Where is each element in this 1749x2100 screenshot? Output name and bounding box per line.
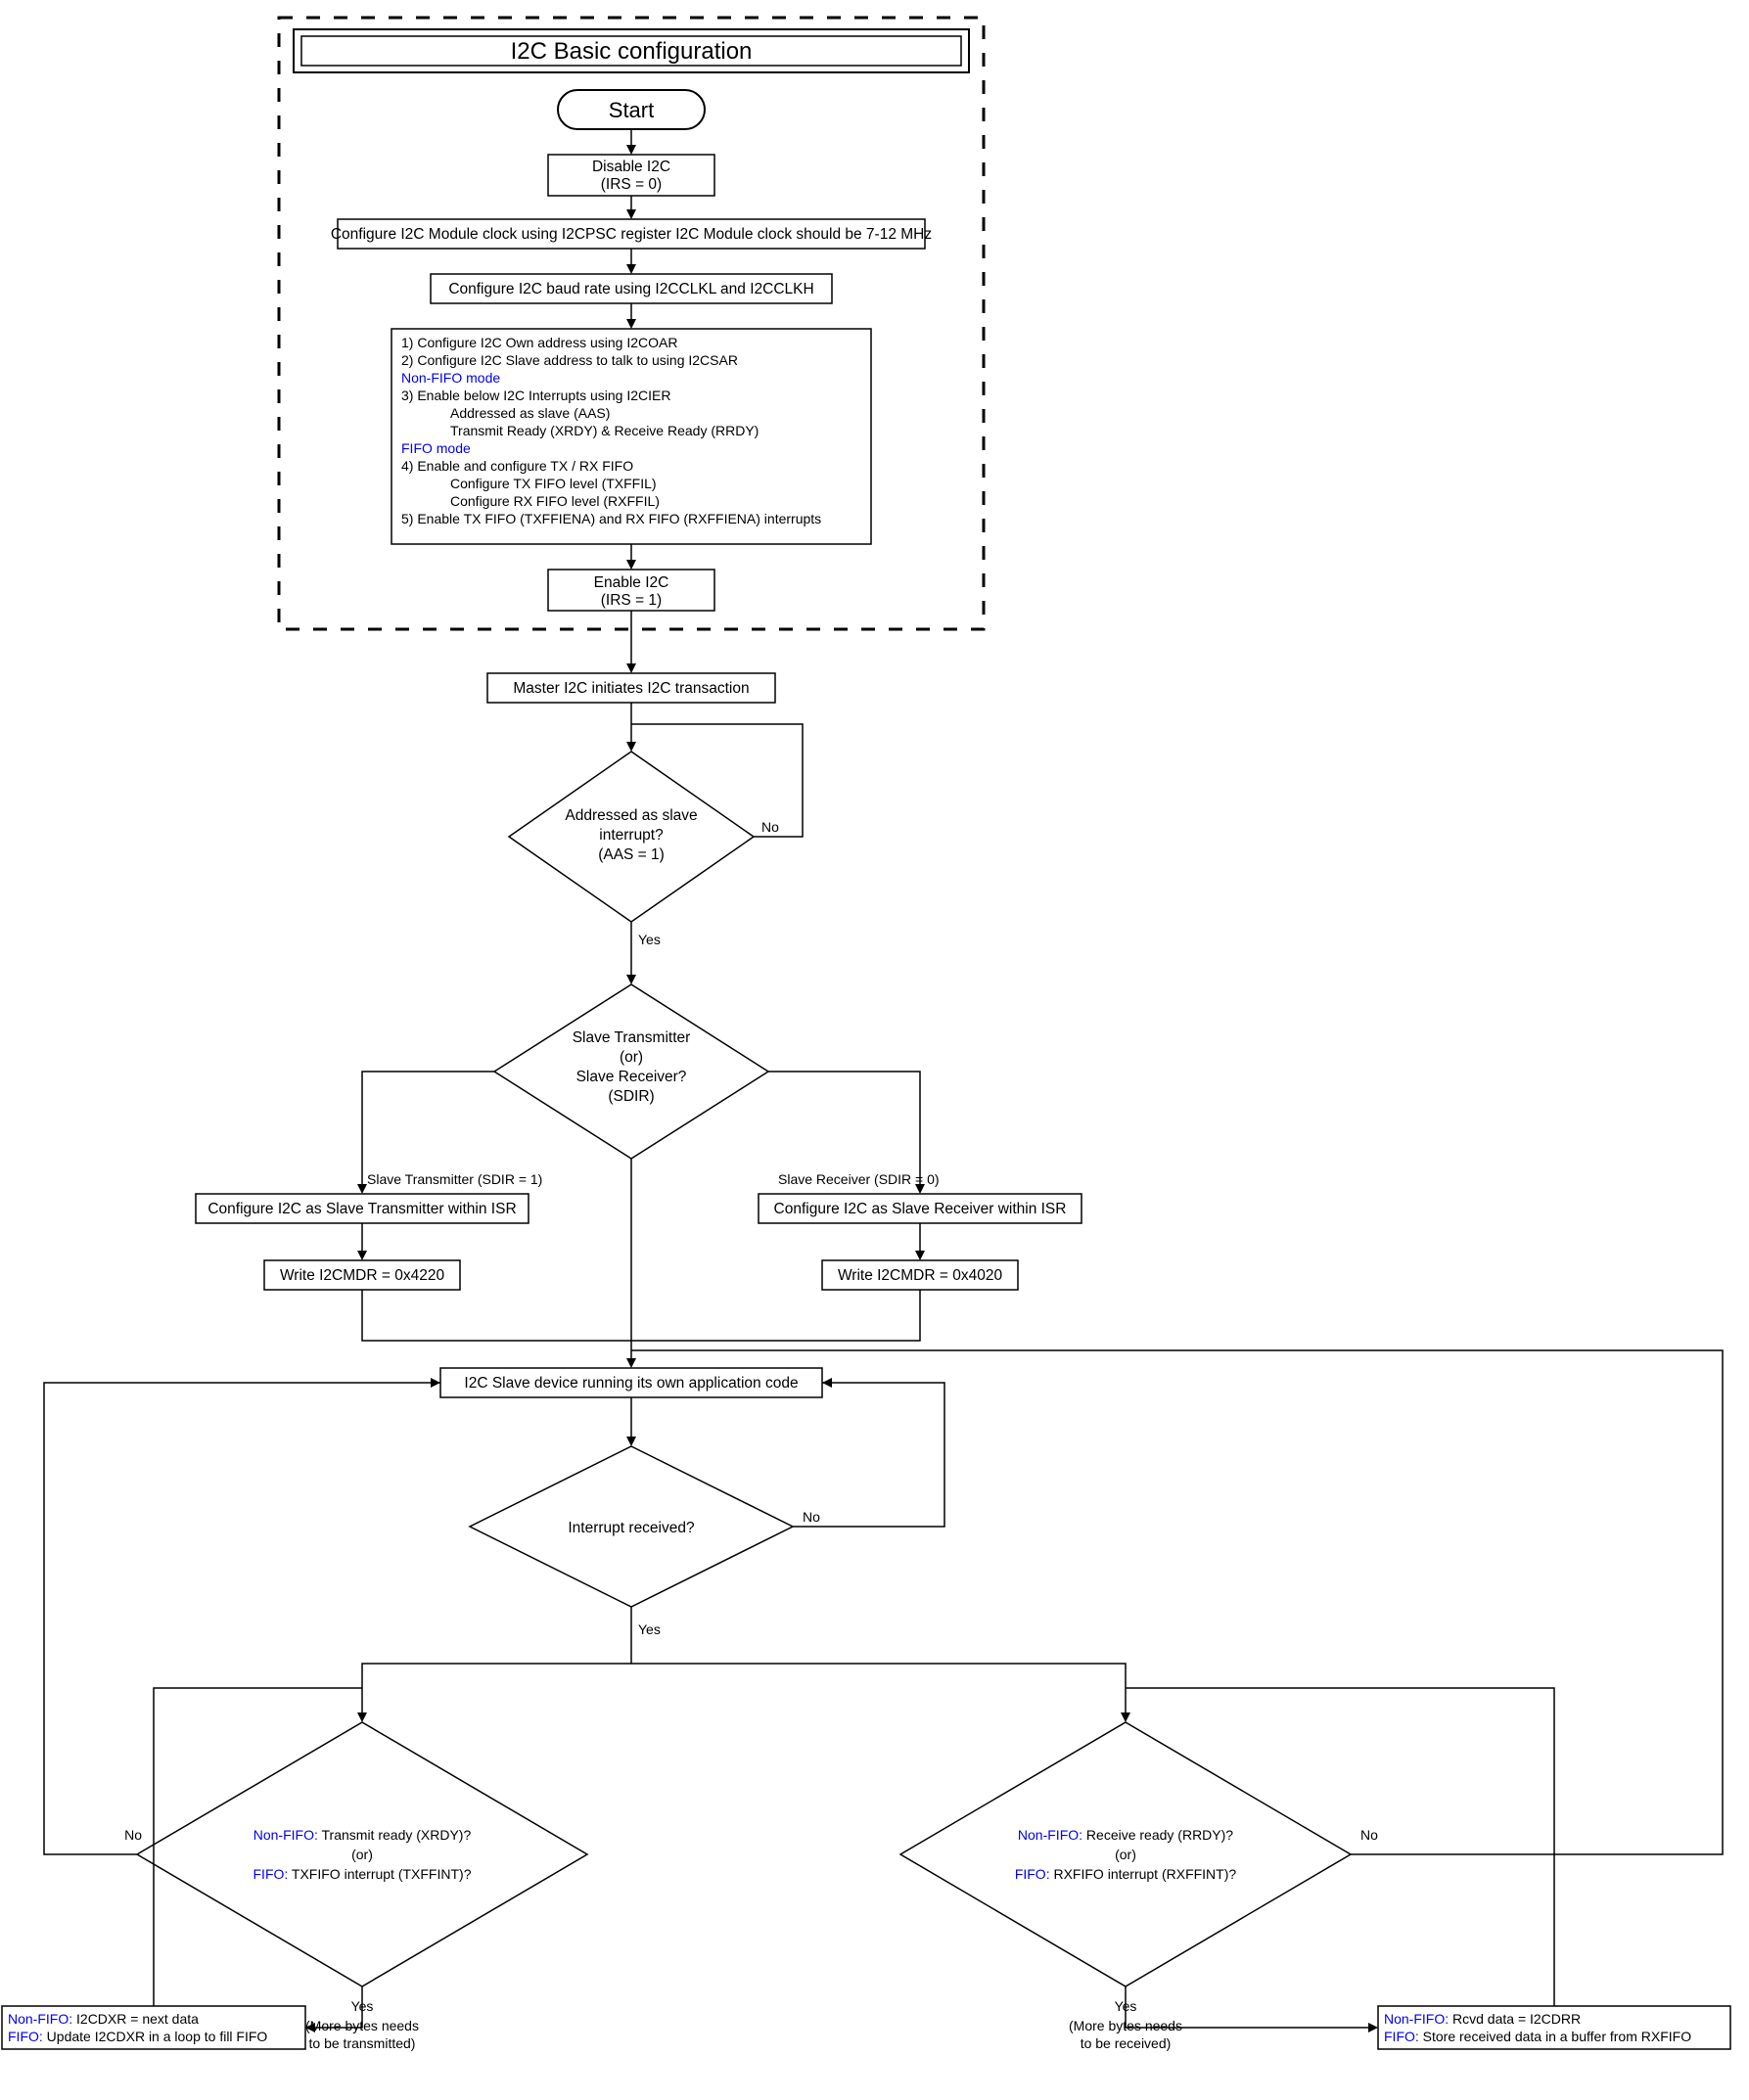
svg-text:2) Configure I2C Slave address: 2) Configure I2C Slave address to talk t… xyxy=(401,352,738,368)
svg-text:Addressed as slave: Addressed as slave xyxy=(565,807,697,824)
svg-text:Non-FIFO mode: Non-FIFO mode xyxy=(401,370,500,386)
svg-text:Non-FIFO: Rcvd data = I2CDRR: Non-FIFO: Rcvd data = I2CDRR xyxy=(1384,2011,1581,2027)
svg-text:FIFO: RXFIFO interrupt (RXFFIN: FIFO: RXFIFO interrupt (RXFFINT)? xyxy=(1015,1866,1237,1882)
svg-text:FIFO: TXFIFO interrupt (TXFFIN: FIFO: TXFIFO interrupt (TXFFINT)? xyxy=(253,1866,472,1882)
svg-text:Addressed as slave (AAS): Addressed as slave (AAS) xyxy=(450,405,610,421)
svg-text:Interrupt received?: Interrupt received? xyxy=(568,1520,695,1536)
svg-text:to be received): to be received) xyxy=(1081,2035,1172,2051)
svg-text:No: No xyxy=(1360,1827,1378,1843)
svg-text:Master I2C initiates I2C trans: Master I2C initiates I2C transaction xyxy=(513,680,749,697)
title-text: I2C Basic configuration xyxy=(511,38,753,65)
svg-text:interrupt?: interrupt? xyxy=(599,827,664,844)
svg-text:1) Configure I2C Own address u: 1) Configure I2C Own address using I2COA… xyxy=(401,335,677,350)
svg-text:Non-FIFO: I2CDXR = next data: Non-FIFO: I2CDXR = next data xyxy=(8,2011,199,2027)
svg-text:3) Enable below I2C Interrupts: 3) Enable below I2C Interrupts using I2C… xyxy=(401,388,670,403)
svg-text:Yes: Yes xyxy=(351,1998,374,2014)
svg-text:Configure I2C Module clock usi: Configure I2C Module clock using I2CPSC … xyxy=(331,226,932,243)
svg-text:(or): (or) xyxy=(351,1847,373,1862)
flowchart: I2C Basic configuration Start Disable I2… xyxy=(0,0,1749,2100)
svg-text:Configure I2C as Slave Transmi: Configure I2C as Slave Transmitter withi… xyxy=(207,1201,516,1217)
svg-text:Configure RX FIFO level (RXFFI: Configure RX FIFO level (RXFFIL) xyxy=(450,493,660,509)
svg-text:Yes: Yes xyxy=(1115,1998,1137,2014)
svg-text:Transmit Ready (XRDY) & Receiv: Transmit Ready (XRDY) & Receive Ready (R… xyxy=(450,423,759,438)
svg-text:Slave Transmitter (SDIR = 1): Slave Transmitter (SDIR = 1) xyxy=(367,1171,542,1187)
svg-text:Configure I2C baud rate using: Configure I2C baud rate using I2CCLKL an… xyxy=(448,281,813,297)
svg-text:to be transmitted): to be transmitted) xyxy=(309,2035,416,2051)
svg-text:Non-FIFO: Receive ready (RRDY): Non-FIFO: Receive ready (RRDY)? xyxy=(1018,1827,1233,1843)
svg-text:Write I2CMDR = 0x4020: Write I2CMDR = 0x4020 xyxy=(838,1267,1003,1284)
svg-text:Yes: Yes xyxy=(638,932,661,947)
svg-text:(More bytes needs: (More bytes needs xyxy=(305,2018,419,2033)
svg-text:Write I2CMDR = 0x4220: Write I2CMDR = 0x4220 xyxy=(280,1267,445,1284)
svg-text:Slave Receiver (SDIR = 0): Slave Receiver (SDIR = 0) xyxy=(778,1171,940,1187)
start-label: Start xyxy=(609,98,654,122)
svg-text:Disable I2C: Disable I2C xyxy=(592,159,670,175)
svg-text:I2C Slave device running its o: I2C Slave device running its own applica… xyxy=(464,1375,798,1392)
svg-text:(More bytes needs: (More bytes needs xyxy=(1069,2018,1182,2033)
svg-text:(or): (or) xyxy=(620,1049,643,1066)
svg-text:(IRS = 1): (IRS = 1) xyxy=(601,592,662,609)
svg-text:(IRS = 0): (IRS = 0) xyxy=(601,176,662,193)
svg-text:Slave Receiver?: Slave Receiver? xyxy=(576,1069,687,1085)
svg-text:FIFO mode: FIFO mode xyxy=(401,440,471,456)
svg-text:4) Enable and configure TX / R: 4) Enable and configure TX / RX FIFO xyxy=(401,458,633,474)
svg-text:Non-FIFO: Transmit ready (XRDY: Non-FIFO: Transmit ready (XRDY)? xyxy=(253,1827,472,1843)
svg-text:FIFO: Update I2CDXR in a loop: FIFO: Update I2CDXR in a loop to fill FI… xyxy=(8,2029,267,2044)
svg-text:Enable I2C: Enable I2C xyxy=(594,574,669,591)
svg-text:Yes: Yes xyxy=(638,1621,661,1637)
svg-text:No: No xyxy=(803,1509,820,1525)
svg-text:FIFO: Store received data in a: FIFO: Store received data in a buffer fr… xyxy=(1384,2029,1691,2044)
svg-text:(AAS = 1): (AAS = 1) xyxy=(598,846,665,863)
svg-text:(SDIR): (SDIR) xyxy=(608,1088,654,1105)
svg-text:Configure I2C as Slave Receive: Configure I2C as Slave Receiver within I… xyxy=(774,1201,1067,1217)
svg-text:Slave Transmitter: Slave Transmitter xyxy=(573,1029,691,1046)
svg-text:5) Enable TX FIFO (TXFFIENA) a: 5) Enable TX FIFO (TXFFIENA) and RX FIFO… xyxy=(401,511,821,526)
svg-text:Configure TX FIFO level (TXFFI: Configure TX FIFO level (TXFFIL) xyxy=(450,476,657,491)
svg-text:No: No xyxy=(761,819,779,835)
svg-text:No: No xyxy=(124,1827,142,1843)
svg-text:(or): (or) xyxy=(1115,1847,1136,1862)
